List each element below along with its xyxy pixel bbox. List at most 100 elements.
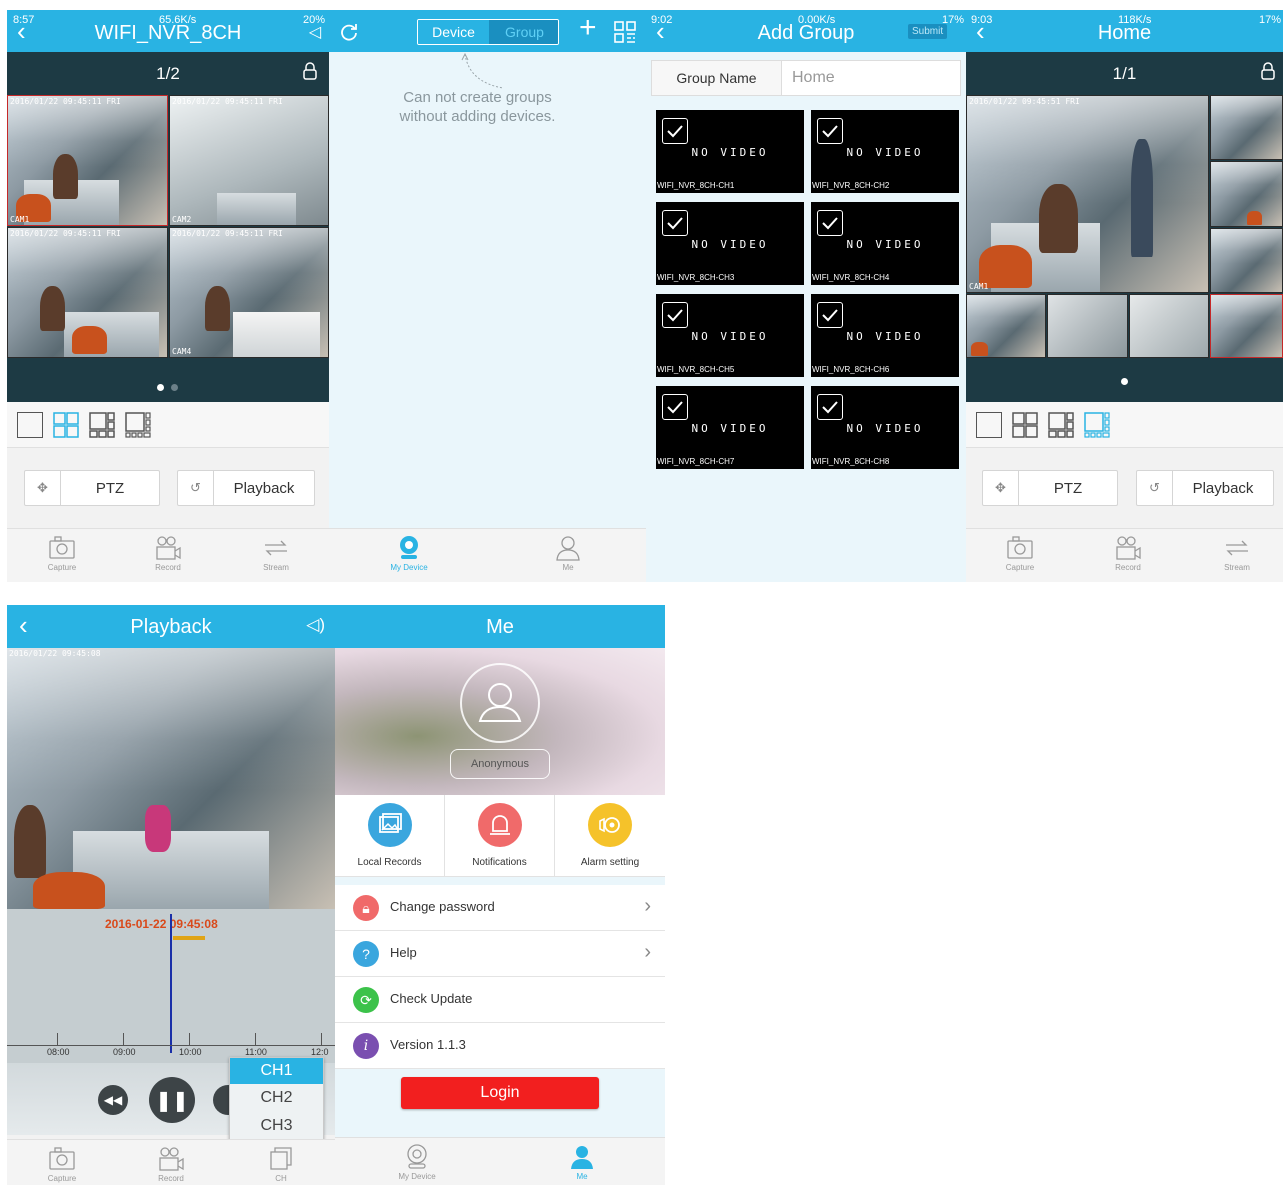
checkbox-checked-icon[interactable] [662,394,688,420]
no-video-label: NO VIDEO [691,330,769,343]
bottom-toolbar: Capture Record CH [7,1139,335,1185]
cam-timestamp: 2016/01/22 09:45:51 FRI [969,97,1080,106]
seg-group[interactable]: Group [489,20,558,44]
gallery-icon [368,803,412,847]
playback-video[interactable]: 2016/01/22 09:45:08 [7,648,335,909]
channel-name: WIFI_NVR_8CH-CH2 [812,181,890,190]
camera-tile-3[interactable]: 2016/01/22 09:45:11 FRI [7,227,168,358]
camera-tile-2[interactable]: 2016/01/22 09:45:11 FRI CAM2 [169,95,329,226]
tab-me[interactable]: Me [547,1138,617,1185]
speaker-icon[interactable]: ◁) [306,615,325,635]
tab-stream[interactable]: Stream [241,529,311,582]
channel-tile[interactable]: NO VIDEO WIFI_NVR_8CH-CH7 [656,386,804,469]
pause-button[interactable]: ❚❚ [149,1077,195,1123]
layout-1-icon[interactable] [17,412,43,438]
page-title: WIFI_NVR_8CH [94,22,242,44]
tab-record[interactable]: Record [136,1140,206,1185]
tab-ch[interactable]: CH [246,1140,316,1185]
camera-tile-7[interactable] [1129,294,1209,358]
layout-4-icon[interactable] [1012,412,1038,438]
channel-option-selected[interactable]: CH1 [230,1058,323,1084]
tab-record[interactable]: Record [133,529,203,582]
layout-selector [7,402,329,448]
empty-state-text: Can not create groups without adding dev… [329,88,646,126]
seg-device[interactable]: Device [418,20,489,44]
checkbox-checked-icon[interactable] [662,118,688,144]
tab-record[interactable]: Record [1093,529,1163,582]
hint-arrow [461,52,504,89]
login-button[interactable]: Login [401,1077,599,1109]
tab-capture[interactable]: Capture [27,1140,97,1185]
playback-button[interactable]: ↺ Playback [1136,470,1274,506]
group-name-input[interactable]: Home [792,61,835,95]
page-indicator: 1/2 [156,64,180,83]
page-dot[interactable] [1121,378,1128,385]
camera-tile-3[interactable] [1210,161,1283,227]
submit-button[interactable]: Submit [908,24,948,39]
checkbox-checked-icon[interactable] [817,118,843,144]
camera-tile-4[interactable] [1210,228,1283,293]
tab-capture[interactable]: Capture [27,529,97,582]
channel-tile[interactable]: NO VIDEO WIFI_NVR_8CH-CH5 [656,294,804,377]
tab-my-device[interactable]: My Device [374,529,444,582]
camera-tile-6[interactable] [1047,294,1128,358]
layout-selector [966,402,1283,448]
playhead[interactable] [170,914,172,1053]
channel-option[interactable]: CH3 [230,1112,323,1140]
ptz-button[interactable]: ✥ PTZ [982,470,1118,506]
layout-6-icon[interactable] [1048,412,1074,438]
channel-name: WIFI_NVR_8CH-CH3 [657,273,735,282]
channel-tile[interactable]: NO VIDEO WIFI_NVR_8CH-CH3 [656,202,804,285]
camera-tile-1[interactable]: 2016/01/22 09:45:11 FRI CAM1 [7,95,168,226]
tab-my-device[interactable]: My Device [382,1138,452,1185]
tab-label: CH [275,1174,287,1183]
avatar[interactable] [460,663,540,743]
camera-tile-4[interactable]: 2016/01/22 09:45:11 FRI CAM4 [169,227,329,358]
timeline[interactable]: 2016-01-22 09:45:08 08:00 09:00 10:00 11:00… [7,909,335,1063]
channel-name: WIFI_NVR_8CH-CH5 [657,365,735,374]
feature-alarm-setting[interactable]: Alarm setting [555,795,665,877]
channel-tile[interactable]: NO VIDEO WIFI_NVR_8CH-CH8 [811,386,959,469]
channel-tile[interactable]: NO VIDEO WIFI_NVR_8CH-CH6 [811,294,959,377]
layout-4-icon[interactable] [53,412,79,438]
checkbox-checked-icon[interactable] [817,210,843,236]
channel-option[interactable]: CH2 [230,1084,323,1112]
camera-tile-5[interactable] [966,294,1046,358]
checkbox-checked-icon[interactable] [662,302,688,328]
video-camera-icon [159,1147,184,1171]
tab-stream[interactable]: Stream [1202,529,1272,582]
feature-local-records[interactable]: Local Records [335,795,445,877]
rewind-button[interactable]: ◀◀ [98,1085,128,1115]
feature-notifications[interactable]: Notifications [445,795,555,877]
page-dots[interactable] [157,378,179,396]
camera-tile-main[interactable]: 2016/01/22 09:45:51 FRI CAM1 [966,95,1209,293]
layout-1-icon[interactable] [976,412,1002,438]
panel-device-group: Device Group + Can not create groups wit… [329,10,646,582]
menu-help[interactable]: ? Help › [335,931,665,977]
user-icon [478,683,522,722]
layout-8-icon[interactable] [125,412,151,438]
layout-8-icon[interactable] [1084,412,1110,438]
menu-change-password[interactable]: 🔒︎ Change password › [335,885,665,931]
qr-scan-icon[interactable] [614,21,636,43]
ptz-button[interactable]: ✥ PTZ [24,470,160,506]
checkbox-checked-icon[interactable] [817,302,843,328]
menu-check-update[interactable]: ⟳ Check Update [335,977,665,1023]
playback-button[interactable]: ↺ Playback [177,470,315,506]
lock-icon[interactable] [1261,62,1275,80]
refresh-icon[interactable] [339,21,359,41]
mute-icon[interactable]: ◁ [309,22,321,42]
tab-me[interactable]: Me [533,529,603,582]
channel-tile[interactable]: NO VIDEO WIFI_NVR_8CH-CH4 [811,202,959,285]
checkbox-checked-icon[interactable] [662,210,688,236]
tab-capture[interactable]: Capture [985,529,1055,582]
checkbox-checked-icon[interactable] [817,394,843,420]
add-icon[interactable]: + [579,13,597,43]
camera-tile-8[interactable] [1210,294,1283,358]
camera-tile-2[interactable] [1210,95,1283,160]
channel-tile[interactable]: NO VIDEO WIFI_NVR_8CH-CH1 [656,110,804,193]
layout-6-icon[interactable] [89,412,115,438]
lock-icon[interactable] [303,62,317,80]
channel-tile[interactable]: NO VIDEO WIFI_NVR_8CH-CH2 [811,110,959,193]
username-badge[interactable]: Anonymous [450,749,550,779]
